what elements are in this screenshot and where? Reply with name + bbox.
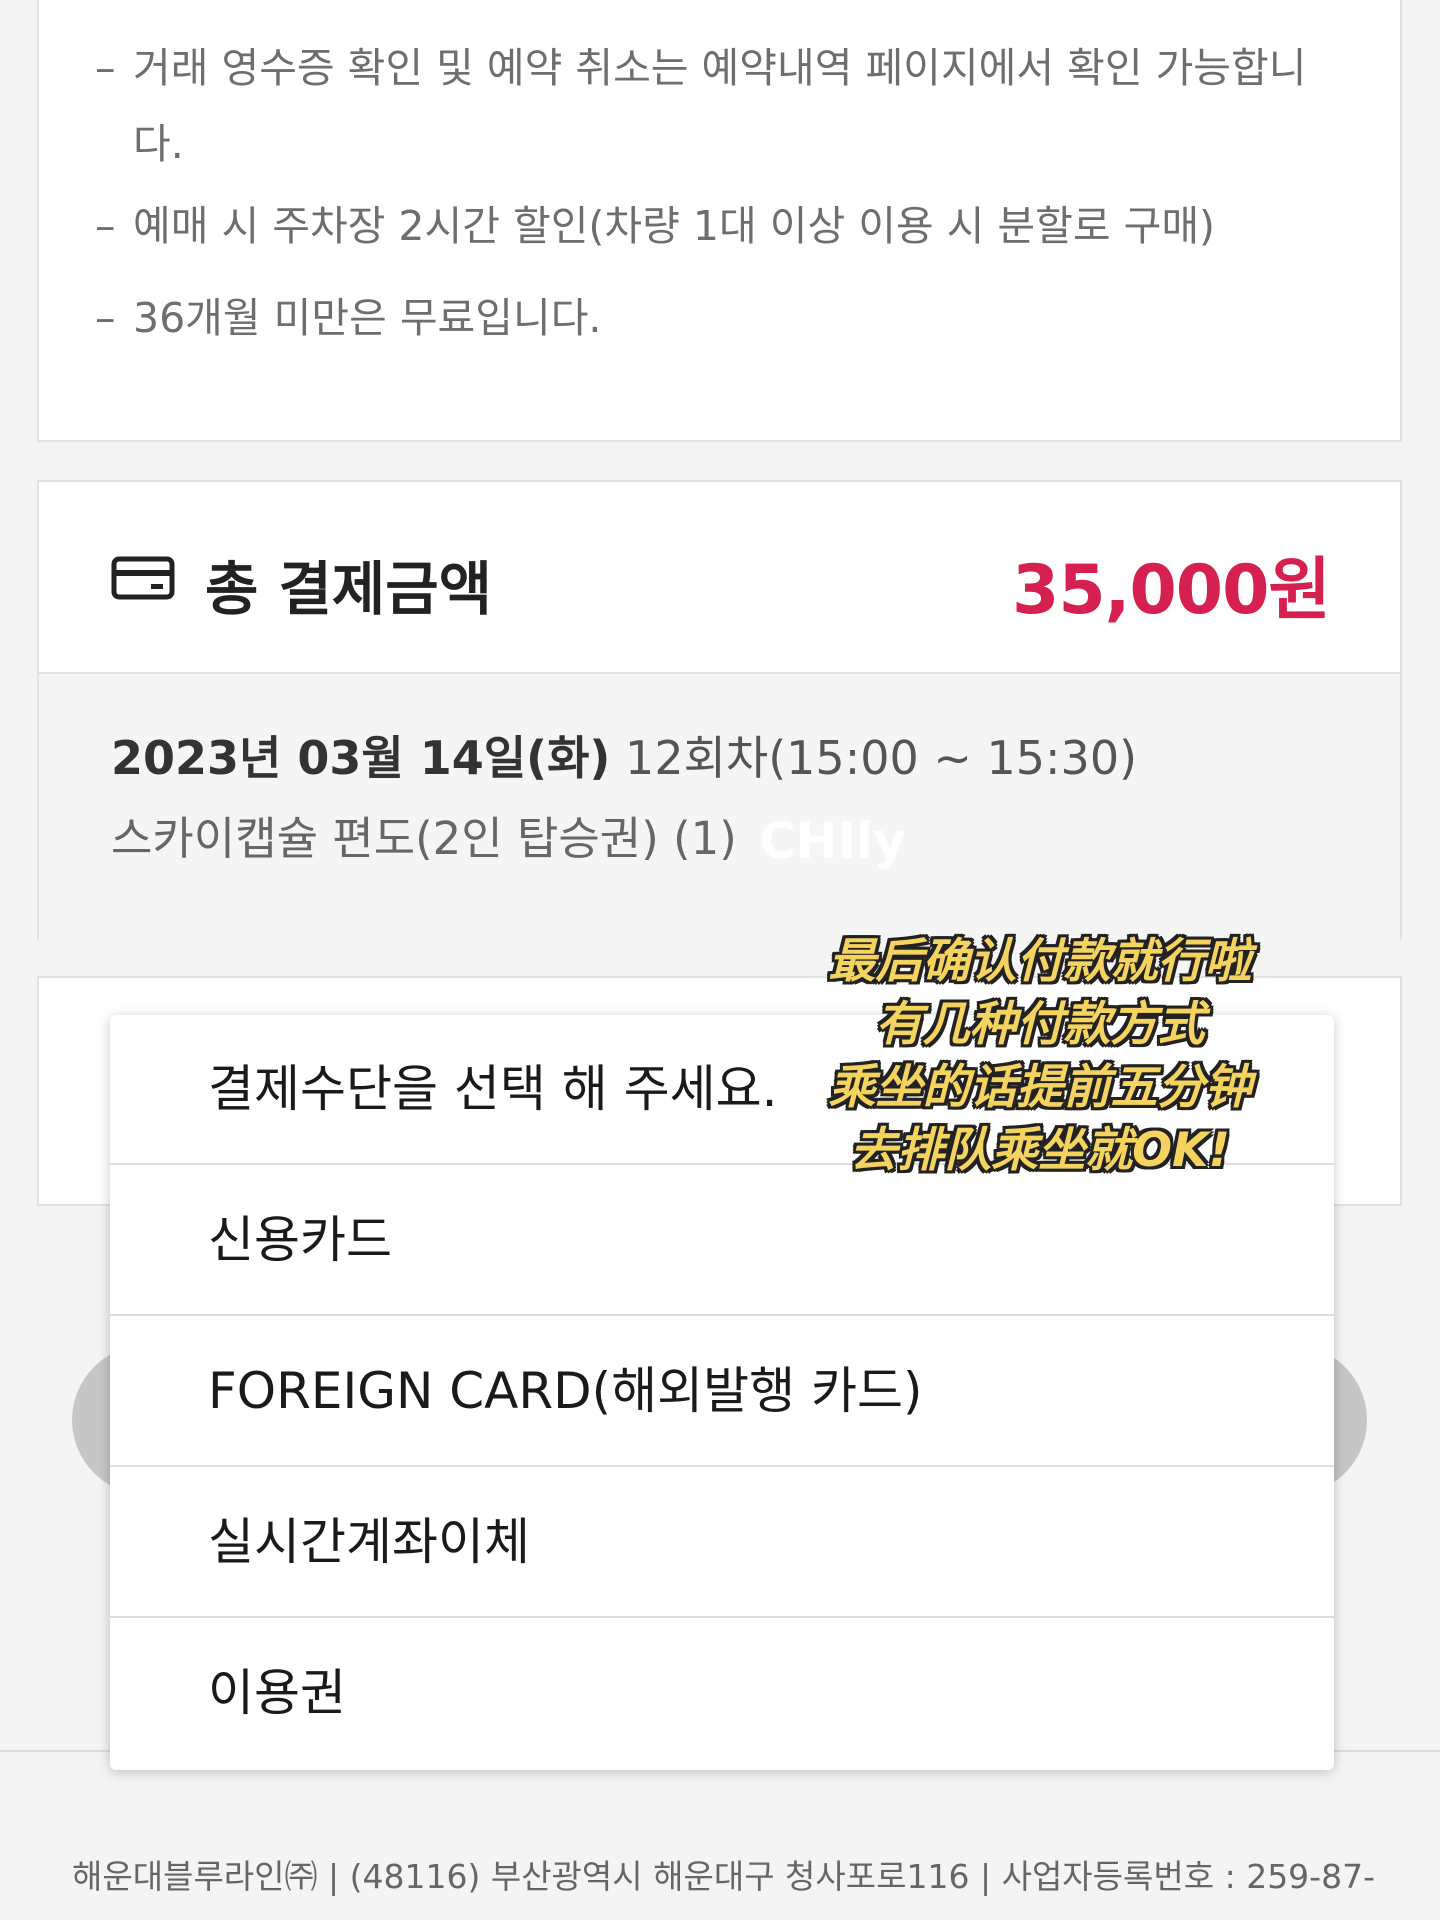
notice-panel: – 거래 영수증 확인 및 예약 취소는 예약내역 페이지에서 확인 가능합니다… <box>37 0 1402 442</box>
annotation-line: 去排队乘坐就OK! <box>850 1123 1230 1178</box>
notice-item: – 예매 시 주차장 2시간 할인(차량 1대 이상 이용 시 분할로 구매) <box>95 188 1345 264</box>
dropdown-option-credit-card[interactable]: 신용카드 <box>110 1166 1334 1316</box>
booking-date: 2023년 03월 14일(화) <box>111 731 611 785</box>
notice-text: 36개월 미만은 무료입니다. <box>133 294 602 342</box>
annotation-overlay: 最后确认付款就行啦 有几种付款方式 乘坐的话提前五分钟 去排队乘坐就OK! <box>800 930 1280 1182</box>
footer-company-info: 해운대블루라인㈜ | (48116) 부산광역시 해운대구 청사포로116 | … <box>72 1857 1375 1896</box>
notice-text: 예매 시 주차장 2시간 할인(차량 1대 이상 이용 시 분할로 구매) <box>133 202 1216 250</box>
total-payment-panel: 총 결제금액 35,000원 2023년 03월 14일(화) 12회차(15:… <box>37 480 1402 940</box>
annotation-line: 乘坐的话提前五分钟 <box>828 1060 1252 1115</box>
credit-card-icon <box>111 556 175 600</box>
dropdown-option-bank-transfer[interactable]: 실시간계좌이체 <box>110 1468 1334 1618</box>
dropdown-option-voucher[interactable]: 이용권 <box>110 1619 1334 1769</box>
total-header: 총 결제금액 35,000원 <box>39 482 1400 674</box>
notice-dash: – <box>95 44 116 92</box>
notice-dash: – <box>95 294 116 342</box>
annotation-line: 最后确认付款就行啦 <box>828 934 1252 989</box>
booking-summary: 2023년 03월 14일(화) 12회차(15:00 ~ 15:30) 스카이… <box>39 674 1400 940</box>
notice-item: – 36개월 미만은 무료입니다. <box>95 280 1345 356</box>
annotation-line: 有几种付款方式 <box>875 997 1205 1052</box>
booking-session: 12회차(15:00 ~ 15:30) <box>625 731 1138 785</box>
notice-text: 거래 영수증 확인 및 예약 취소는 예약내역 페이지에서 확인 가능합니다. <box>133 44 1307 168</box>
booking-product: 스카이캡슐 편도(2인 탑승권) (1) <box>111 812 737 865</box>
watermark: CHIly <box>759 812 906 870</box>
dropdown-option-foreign-card[interactable]: FOREIGN CARD(해외발행 카드) <box>110 1317 1334 1467</box>
notice-item: – 거래 영수증 확인 및 예약 취소는 예약내역 페이지에서 확인 가능합니다… <box>95 30 1345 182</box>
total-label: 총 결제금액 <box>205 555 492 623</box>
booking-schedule: 2023년 03월 14일(화) 12회차(15:00 ~ 15:30) <box>111 722 1137 788</box>
total-amount: 35,000원 <box>1012 551 1331 630</box>
notice-dash: – <box>95 202 116 250</box>
